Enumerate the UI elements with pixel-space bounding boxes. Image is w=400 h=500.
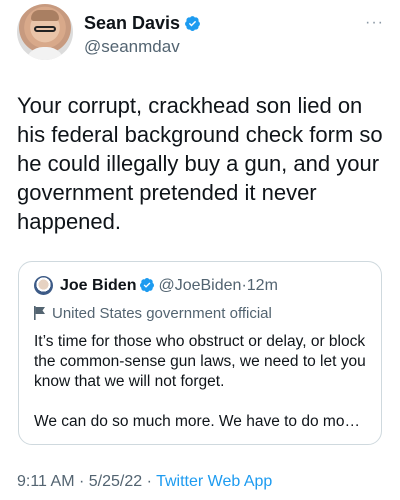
- author-avatar[interactable]: [17, 4, 73, 60]
- quoted-tweet-time[interactable]: 12m: [247, 277, 278, 294]
- quoted-author-name[interactable]: Joe Biden: [60, 277, 136, 294]
- tweet-footer: 9:11 AM · 5/25/22 · Twitter Web App: [17, 472, 272, 492]
- government-official-label: United States government official: [34, 304, 272, 324]
- avatar-hair: [31, 10, 59, 21]
- quoted-verified-badge-icon: [140, 278, 155, 293]
- tweet: Sean Davis @seanmdav ··· Your corrupt, c…: [0, 0, 400, 500]
- quoted-tweet-text: It’s time for those who obstruct or dela…: [34, 333, 366, 430]
- author-display-name[interactable]: Sean Davis: [84, 12, 180, 34]
- tweet-time[interactable]: 9:11 AM: [17, 473, 75, 490]
- tweet-source-link[interactable]: Twitter Web App: [156, 473, 272, 490]
- tweet-date[interactable]: 5/25/22: [89, 473, 142, 490]
- verified-badge-icon: [185, 15, 200, 31]
- avatar-glasses: [34, 26, 56, 32]
- more-options-icon[interactable]: ···: [365, 15, 384, 31]
- quoted-tweet-header: Joe Biden @JoeBiden·12m: [60, 276, 278, 296]
- author-handle[interactable]: @seanmdav: [84, 36, 201, 58]
- author-name-block: Sean Davis @seanmdav: [84, 12, 201, 58]
- quoted-author-avatar[interactable]: [34, 276, 53, 295]
- avatar-shirt: [25, 47, 65, 60]
- tweet-text: Your corrupt, crackhead son lied on his …: [17, 93, 383, 234]
- government-official-label-text: United States government official: [52, 305, 272, 322]
- footer-separator: ·: [78, 473, 85, 490]
- footer-separator: ·: [146, 473, 152, 490]
- quoted-author-handle[interactable]: @JoeBiden: [158, 277, 241, 294]
- flag-icon: [34, 306, 45, 320]
- quoted-tweet[interactable]: Joe Biden @JoeBiden·12m United States gov…: [18, 261, 382, 445]
